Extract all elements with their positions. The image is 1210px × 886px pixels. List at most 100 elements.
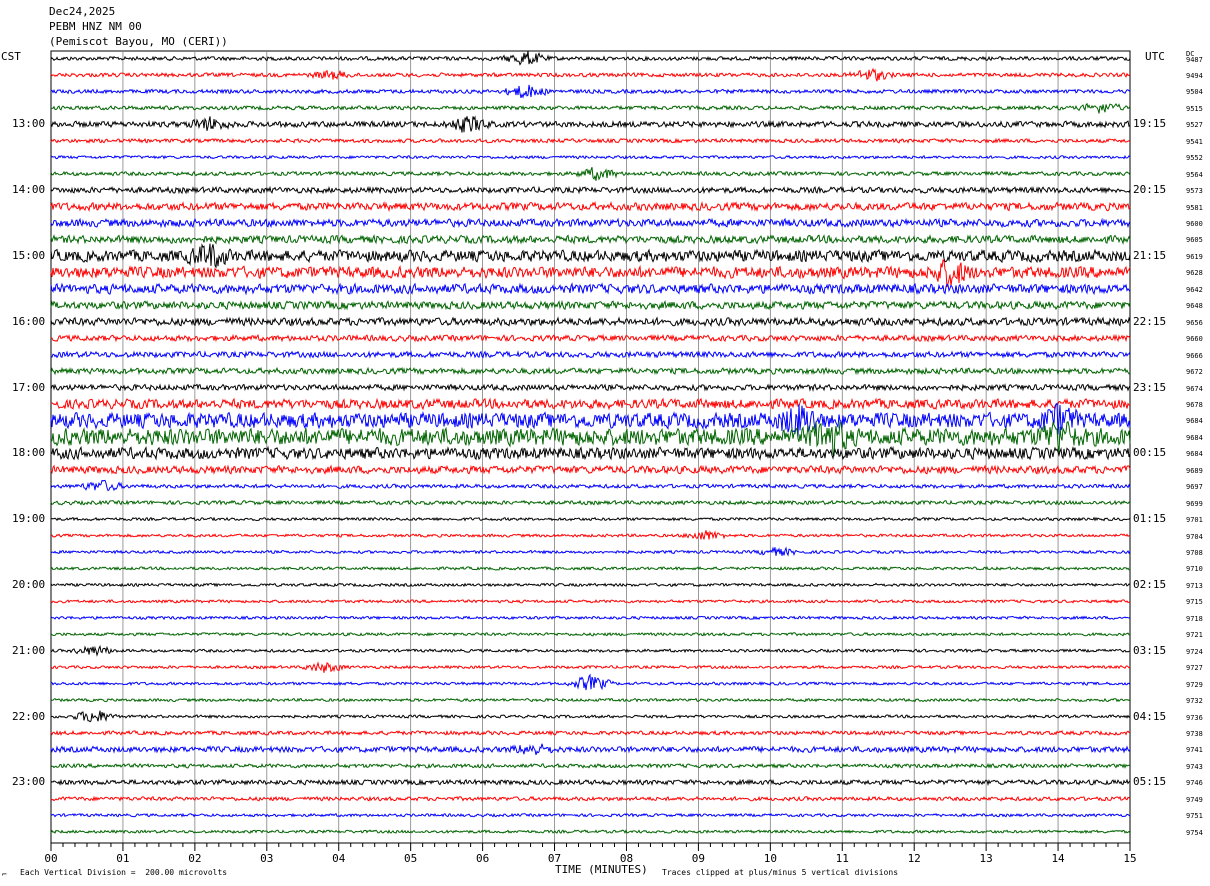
dc-offset-value: 9727: [1186, 664, 1203, 673]
trace-line: [50, 530, 1131, 540]
trace-line: [50, 67, 1131, 82]
trace-line: [50, 51, 1131, 66]
trace-line: [50, 631, 1131, 637]
trace-line: [50, 644, 1130, 657]
trace-line: [50, 154, 1131, 160]
dc-offset-value: 9741: [1186, 746, 1203, 755]
trace-line: [50, 383, 1131, 392]
left-hour-label: 16:00: [12, 314, 46, 328]
x-tick-label: 04: [332, 852, 346, 865]
clip-note: Traces clipped at plus/minus 5 vertical …: [662, 868, 899, 877]
trace-line: [50, 599, 1131, 604]
left-hour-label: 17:00: [12, 380, 46, 394]
seismic-traces: [50, 51, 1131, 834]
trace-line: [50, 661, 1131, 673]
dc-offset-value: 9684: [1186, 417, 1203, 426]
dc-offset-value: 9738: [1186, 729, 1203, 738]
right-hour-label: 22:15: [1133, 314, 1167, 328]
left-hour-label: 15:00: [12, 248, 46, 262]
right-hour-label: 23:15: [1133, 380, 1167, 394]
trace-line: [50, 115, 1131, 133]
dc-offset-value: 9704: [1186, 532, 1203, 541]
dc-offset-value: 9701: [1186, 516, 1203, 525]
dc-offset-value: 9494: [1186, 71, 1203, 80]
dc-offset-value: 9515: [1186, 104, 1203, 113]
trace-line: [50, 185, 1131, 195]
dc-offset-value: 9600: [1186, 220, 1203, 228]
trace-line: [50, 167, 1131, 181]
trace-line: [51, 397, 1131, 411]
left-hour-label: 23:00: [12, 775, 46, 789]
trace-line: [50, 710, 1131, 723]
x-tick-label: 02: [188, 852, 201, 865]
dc-offset-value: 9751: [1186, 812, 1203, 821]
trace-line: [50, 366, 1131, 376]
right-hour-label: 01:15: [1133, 512, 1167, 526]
left-hour-label: 13:00: [12, 117, 46, 131]
x-tick-label: 06: [476, 852, 489, 865]
dc-offset-value: 9605: [1186, 236, 1203, 245]
dc-offset-value: 9656: [1186, 318, 1203, 327]
left-hour-label: 20:00: [12, 577, 46, 591]
x-tick-label: 01: [116, 852, 129, 865]
trace-line: [50, 84, 1131, 99]
dc-offset-value: 9642: [1186, 285, 1203, 294]
dc-offset-value: 9708: [1186, 549, 1203, 557]
dc-offset-value: 9713: [1186, 581, 1203, 590]
trace-line: [50, 316, 1131, 328]
trace-line: [50, 812, 1131, 818]
dc-offset-value: 9648: [1186, 302, 1203, 311]
dc-offset-value: 9674: [1186, 384, 1203, 393]
dc-offset-value: 9724: [1186, 647, 1203, 656]
trace-line: [51, 102, 1131, 114]
trace-line: [50, 479, 1131, 492]
x-axis-title: TIME (MINUTES): [555, 863, 648, 876]
trace-line: [50, 137, 1131, 144]
scale-note: Each Vertical Division = 200.00 microvol…: [20, 868, 228, 877]
dc-offset-value: 9678: [1186, 400, 1203, 409]
plot-frame: [50, 50, 1131, 844]
trace-line: [50, 299, 1131, 311]
dc-offset-value: 9729: [1186, 680, 1203, 689]
dc-offset-value: 9743: [1186, 762, 1203, 771]
trace-line: [50, 615, 1131, 621]
x-tick-label: 00: [44, 852, 57, 865]
x-tick-label: 11: [836, 852, 849, 865]
dc-offset-value: 9718: [1186, 614, 1203, 623]
dc-offset-value: 9746: [1186, 779, 1203, 788]
dc-offset-value: 9697: [1186, 483, 1203, 492]
trace-line: [50, 333, 1131, 343]
right-hour-label: 04:15: [1133, 709, 1167, 723]
x-tick-label: 15: [1123, 852, 1136, 865]
dc-offset-value: 9660: [1186, 335, 1203, 344]
left-hour-label: 14:00: [12, 183, 46, 197]
trace-line: [50, 829, 1131, 834]
trace-line: [50, 697, 1131, 703]
right-hour-label: 19:15: [1133, 117, 1167, 131]
trace-line: [50, 499, 1131, 506]
trace-line: [50, 217, 1131, 229]
dc-offset-value: 9541: [1186, 137, 1203, 146]
trace-line: [50, 795, 1131, 802]
x-axis: 00 01 02 03 04 05 06 07 08 09 10 11 12 13 14 15: [44, 842, 1137, 865]
right-hour-label: 03:15: [1133, 643, 1167, 657]
right-hour-label: 20:15: [1133, 183, 1167, 197]
minute-gridlines: [50, 50, 1131, 844]
right-hour-label: 21:15: [1133, 248, 1167, 262]
dc-offset-value: 9736: [1186, 713, 1203, 722]
dc-offset-value: 9552: [1186, 154, 1203, 163]
trace-line: [50, 516, 1131, 522]
right-hour-label: 05:15: [1133, 775, 1167, 789]
corner-mark: ⌐: [2, 870, 7, 879]
trace-line: [50, 582, 1131, 588]
x-tick-label: 12: [908, 852, 921, 865]
x-tick-label: 09: [692, 852, 705, 865]
dc-offset-value: 9749: [1186, 795, 1203, 804]
x-tick-label: 14: [1051, 852, 1065, 865]
x-tick-label: 10: [764, 852, 777, 865]
trace-line: [50, 729, 1131, 737]
trace-line: [50, 259, 1131, 288]
trace-line: [50, 243, 1131, 269]
dc-offset-value: 9684: [1186, 433, 1203, 442]
dc-offset-value: 9581: [1186, 203, 1203, 212]
